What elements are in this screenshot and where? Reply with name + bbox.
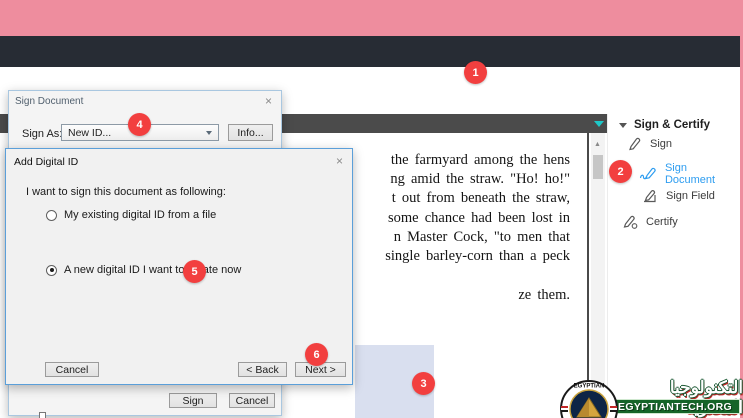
document-line: some chance had been lost in	[388, 210, 570, 227]
back-button[interactable]: < Back	[238, 362, 287, 377]
radio-checked-icon	[46, 265, 57, 276]
badge-top-text: EGYPTIAN	[574, 384, 605, 390]
panel-header-label: Sign & Certify	[634, 119, 710, 131]
strip-dropdown-icon[interactable]	[594, 121, 604, 127]
document-line: single barley-corn than a peck	[385, 248, 570, 265]
step-badge-2: 2	[609, 160, 632, 183]
lock-checkbox[interactable]	[39, 412, 46, 418]
radio-label: My existing digital ID from a file	[64, 209, 216, 221]
cancel-button[interactable]: Cancel	[45, 362, 99, 377]
cancel-button[interactable]: Cancel	[229, 393, 275, 408]
close-icon[interactable]: ×	[265, 96, 272, 106]
step-badge-3: 3	[412, 372, 435, 395]
sidebar-item-sign-document[interactable]: Sign Document	[639, 162, 740, 186]
step-badge-5: 5	[183, 260, 206, 283]
document-line: ze them.	[518, 287, 570, 304]
sign-pen-icon	[627, 136, 643, 152]
sidebar-item-sign-field[interactable]: Sign Field	[642, 188, 715, 204]
radio-label: A new digital ID I want to create now	[64, 264, 241, 276]
scrollbar-thumb[interactable]	[593, 155, 603, 179]
step-badge-6: 6	[305, 343, 328, 366]
watermark-badge-icon: EGYPTIAN TECH	[559, 379, 619, 418]
sign-certify-panel: Sign & Certify Sign Sign Document Sign F…	[607, 114, 740, 418]
screenshot-stage: P ApowerPDF File Edit View Compress Shar…	[0, 0, 743, 418]
sidebar-item-label: Sign	[650, 138, 672, 150]
watermark-site-text: EGYPTIANTECH.ORG	[610, 399, 740, 414]
sign-button[interactable]: Sign	[169, 393, 217, 408]
collapse-caret-icon	[619, 123, 627, 128]
document-line: n Master Cock, "to men that	[394, 229, 570, 246]
step-badge-4: 4	[128, 113, 151, 136]
page-edge-line	[587, 133, 589, 418]
sidebar-item-sign[interactable]: Sign	[627, 136, 672, 152]
certify-icon	[622, 214, 639, 230]
sidebar-item-label: Sign Document	[665, 162, 740, 186]
radio-existing-id[interactable]: My existing digital ID from a file	[46, 209, 216, 221]
step-badge-1: 1	[464, 61, 487, 84]
info-button[interactable]: Info...	[228, 124, 273, 141]
sidebar-item-certify[interactable]: Certify	[622, 214, 678, 230]
document-line: t out from beneath the straw,	[392, 190, 570, 207]
dialog-title: Add Digital ID	[14, 156, 78, 168]
sign-as-label: Sign As:	[22, 128, 62, 140]
document-scrollbar[interactable]: ▲	[591, 133, 605, 418]
sign-field-icon	[642, 188, 659, 204]
radio-new-id[interactable]: A new digital ID I want to create now	[46, 264, 241, 276]
chevron-down-icon	[206, 131, 212, 135]
document-line: ng amid the straw. "Ho! ho!"	[390, 171, 570, 188]
add-digital-id-dialog: Add Digital ID × I want to sign this doc…	[5, 148, 353, 385]
sign-document-icon	[639, 166, 658, 182]
panel-header[interactable]: Sign & Certify	[619, 119, 710, 131]
document-line: the farmyard among the hens	[391, 152, 570, 169]
close-icon[interactable]: ×	[336, 156, 343, 166]
radio-icon	[46, 210, 57, 221]
dialog-title: Sign Document	[15, 96, 83, 107]
titlebar: P ApowerPDF File Edit View Compress Shar…	[0, 36, 740, 67]
sidebar-item-label: Sign Field	[666, 190, 715, 202]
scrollbar-up-icon[interactable]: ▲	[594, 141, 601, 148]
dialog-prompt: I want to sign this document as followin…	[26, 186, 226, 198]
sidebar-item-label: Certify	[646, 216, 678, 228]
